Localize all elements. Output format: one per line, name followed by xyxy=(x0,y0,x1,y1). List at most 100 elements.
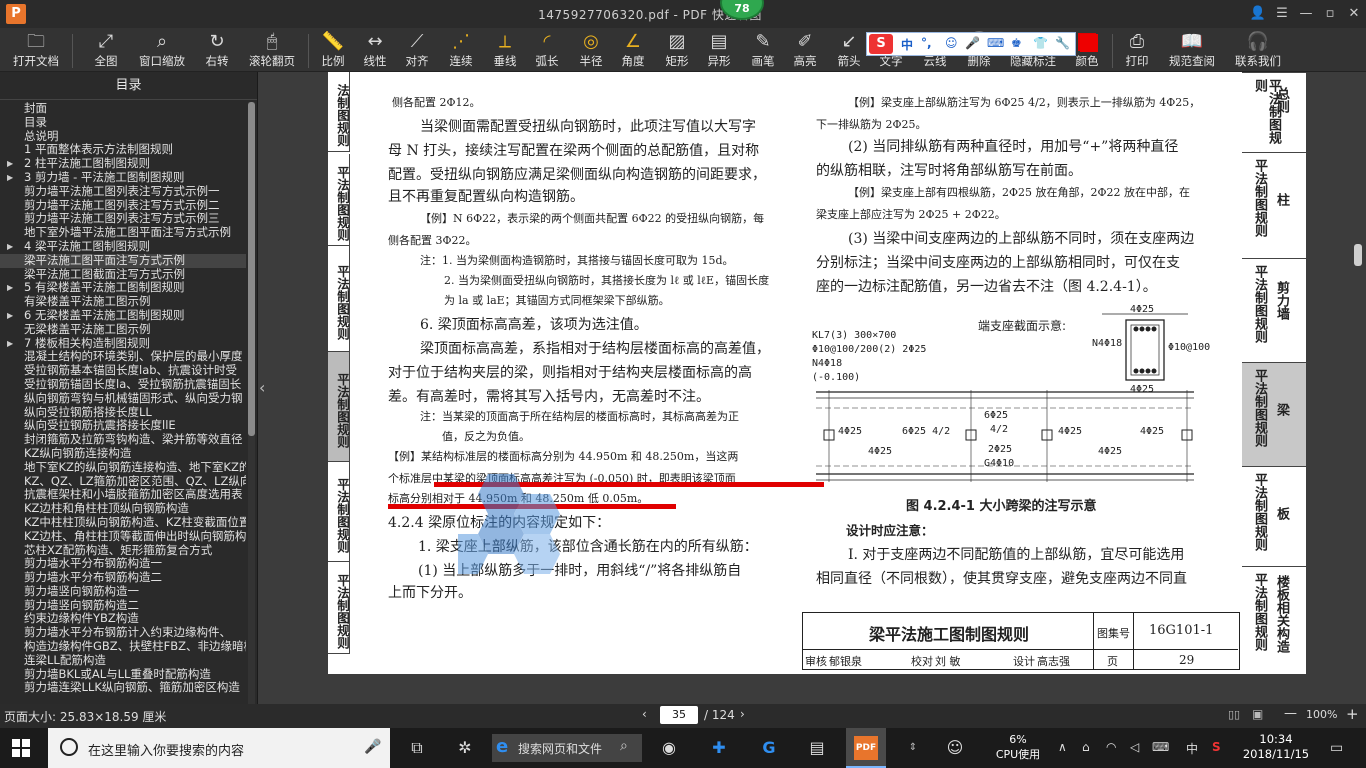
expand-arrow-icon[interactable]: ▶ xyxy=(7,171,13,185)
pdf-app-taskbar-button[interactable]: PDF xyxy=(846,728,886,768)
toc-item[interactable]: KZ中柱柱顶纵向钢筋构造、KZ柱变截面位置 xyxy=(0,516,246,530)
toc-item[interactable]: KZ边柱和角柱柱顶纵向钢筋构造 xyxy=(0,502,246,516)
network-icon[interactable]: ⌂ xyxy=(1082,740,1090,754)
windows-start-icon[interactable] xyxy=(12,739,30,757)
next-page-icon[interactable]: › xyxy=(740,707,745,721)
toc-item[interactable]: ▶ 3 剪力墙 - 平法施工图制图规则 xyxy=(0,171,246,185)
toc-item[interactable]: 剪力墙竖向钢筋构造一 xyxy=(0,585,246,599)
toc-item[interactable]: 纵向受拉钢筋搭接长度LL xyxy=(0,406,246,420)
taskbar-search[interactable]: 在这里输入你要搜索的内容 🎤 xyxy=(48,728,390,768)
toc-scrollbar-thumb[interactable] xyxy=(248,102,255,436)
tray-expand-icon[interactable]: ∧ xyxy=(1058,740,1067,754)
zoom-in-icon[interactable]: + xyxy=(1346,705,1359,723)
expand-arrow-icon[interactable]: ▶ xyxy=(7,240,13,254)
toc-item[interactable]: 剪力墙平法施工图列表注写方式示例一 xyxy=(0,185,246,199)
toc-item[interactable]: ▶ 6 无梁楼盖平法施工图制图规则 xyxy=(0,309,246,323)
arc-length-button[interactable]: ◜ 弧长 xyxy=(528,30,566,72)
expand-arrow-icon[interactable]: ▶ xyxy=(7,309,13,323)
toc-item[interactable]: 混凝土结构的环境类别、保护层的最小厚度 xyxy=(0,350,246,364)
toc-item[interactable]: 剪力墙平法施工图列表注写方式示例二 xyxy=(0,199,246,213)
irregular-shape-button[interactable]: ▤ 异形 xyxy=(700,30,738,72)
minimize-icon[interactable]: — xyxy=(1296,4,1316,24)
ime-toolbar[interactable]: S 中 °, ☺ 🎤 ⌨ ♚ 👕 🔧 xyxy=(866,32,1076,56)
print-button[interactable]: ⎙ 打印 xyxy=(1118,30,1156,72)
toc-item[interactable]: 无梁楼盖平法施工图示例 xyxy=(0,323,246,337)
toc-item[interactable]: 梁平法施工图截面注写方式示例 xyxy=(0,268,246,282)
open-document-button[interactable]: 🗀 打开文档 xyxy=(6,30,66,72)
pinwheel-app-icon[interactable]: ✲ xyxy=(452,736,478,760)
ime-lang[interactable]: 中 xyxy=(901,36,913,53)
collapse-sidebar-icon[interactable]: ‹ xyxy=(259,378,265,397)
toc-item[interactable]: KZ边柱、角柱柱顶等截面伸出时纵向钢筋构 xyxy=(0,530,246,544)
document-viewport[interactable]: 法制图规则 平法制图规则 平法制图规则 平法制图规则 平法制图规则 平法制图规则 侧各配置… xyxy=(268,72,1366,704)
toc-item[interactable]: 构造边缘构件GBZ、扶壁柱FBZ、非边缘暗柱 xyxy=(0,640,246,654)
user-icon[interactable]: 👤 xyxy=(1248,4,1268,24)
microphone-icon[interactable]: 🎤 xyxy=(364,739,381,755)
sogou-tray-icon[interactable]: S xyxy=(1212,740,1221,754)
toc-item[interactable]: 地下室外墙平法施工图平面注写方式示例 xyxy=(0,226,246,240)
app-icon[interactable]: ✚ xyxy=(706,736,732,760)
single-page-icon[interactable]: ▣ xyxy=(1252,707,1263,721)
pen-button[interactable]: ✎ 画笔 xyxy=(744,30,782,72)
toc-item[interactable]: 纵向受拉钢筋抗震搭接长度llE xyxy=(0,419,246,433)
window-zoom-button[interactable]: ⌕ 窗口缩放 xyxy=(134,30,190,72)
page-number-input[interactable]: 35 xyxy=(660,706,698,724)
toc-item[interactable]: ▶ 2 柱平法施工图制图规则 xyxy=(0,157,246,171)
punctuation-icon[interactable]: °, xyxy=(921,36,932,50)
toc-item[interactable]: 梁平法施工图平面注写方式示例 xyxy=(0,253,246,268)
toc-item[interactable]: 抗震框架柱和小墙肢箍筋加密区高度选用表 xyxy=(0,488,246,502)
clock[interactable]: 10:34 2018/11/15 xyxy=(1236,732,1316,762)
code-lookup-button[interactable]: 📖 规范查阅 xyxy=(1164,30,1220,72)
taskbar-scroll-icon[interactable]: ⇕ xyxy=(900,736,926,760)
toc-item[interactable]: 剪力墙平法施工图列表注写方式示例三 xyxy=(0,212,246,226)
task-view-icon[interactable]: ⧉ xyxy=(404,736,430,760)
ime-lang-indicator[interactable]: 中 xyxy=(1186,740,1198,757)
maximize-icon[interactable]: ▫ xyxy=(1320,4,1340,24)
sogou-logo-icon[interactable]: S xyxy=(869,34,893,54)
toc-item[interactable]: 剪力墙水平分布钢筋构造二 xyxy=(0,571,246,585)
toc-scrollbar[interactable] xyxy=(248,102,255,730)
prev-page-icon[interactable]: ‹ xyxy=(642,707,647,721)
view-mode-icon[interactable]: ▯▯ xyxy=(1228,708,1240,721)
toc-item[interactable]: 1 平面整体表示方法制图规则 xyxy=(0,143,246,157)
chrome-icon[interactable]: ◉ xyxy=(656,736,682,760)
people-icon[interactable]: ☺ xyxy=(942,736,968,760)
toc-item[interactable]: 约束边缘构件YBZ构造 xyxy=(0,612,246,626)
close-icon[interactable]: ✕ xyxy=(1344,4,1364,24)
expand-arrow-icon[interactable]: ▶ xyxy=(7,281,13,295)
web-search-box[interactable]: e 搜索网页和文件 ⌕ xyxy=(492,734,642,762)
toc-item[interactable]: 有梁楼盖平法施工图示例 xyxy=(0,295,246,309)
toc-item[interactable]: 目录 xyxy=(0,116,246,130)
keyboard-icon[interactable]: ⌨ xyxy=(987,36,1004,50)
color-swatch[interactable] xyxy=(1080,34,1098,52)
radius-button[interactable]: ◎ 半径 xyxy=(572,30,610,72)
volume-icon[interactable]: ◁ xyxy=(1130,740,1139,754)
continuous-button[interactable]: ⋰ 连续 xyxy=(442,30,480,72)
document-scrollbar-thumb[interactable] xyxy=(1354,244,1362,266)
rectangle-button[interactable]: ▨ 矩形 xyxy=(658,30,696,72)
notification-center-icon[interactable]: ▭ xyxy=(1330,740,1343,756)
toc-item[interactable]: 总说明 xyxy=(0,130,246,144)
toc-item[interactable]: ▶ 5 有梁楼盖平法施工图制图规则 xyxy=(0,281,246,295)
rotate-right-button[interactable]: ↻ 右转 xyxy=(196,30,238,72)
fit-page-button[interactable]: ⤢ 全图 xyxy=(84,30,128,72)
expand-arrow-icon[interactable]: ▶ xyxy=(7,337,13,351)
menu-icon[interactable]: ☰ xyxy=(1272,4,1292,24)
g-app-icon[interactable]: G xyxy=(756,736,782,760)
toc-item[interactable]: 受拉钢筋锚固长度la、受拉钢筋抗震锚固长 xyxy=(0,378,246,392)
toc-item[interactable]: 剪力墙水平分布钢筋计入约束边缘构件、 xyxy=(0,626,246,640)
skin-icon[interactable]: ♚ xyxy=(1011,36,1022,50)
cpu-monitor[interactable]: 6% CPU使用 xyxy=(990,732,1046,762)
perpendicular-button[interactable]: ⟂ 垂线 xyxy=(486,30,524,72)
expand-arrow-icon[interactable]: ▶ xyxy=(7,157,13,171)
highlight-button[interactable]: ✐ 高亮 xyxy=(786,30,824,72)
keyboard-icon[interactable]: ⌨ xyxy=(1152,740,1169,754)
toc-item[interactable]: ▶ 7 楼板相关构造制图规则 xyxy=(0,337,246,351)
toc-item[interactable]: ▶ 4 梁平法施工图制图规则 xyxy=(0,240,246,254)
toc-item[interactable]: 剪力墙竖向钢筋构造二 xyxy=(0,599,246,613)
toc-item[interactable]: 剪力墙BKL或AL与LL重叠时配筋构造 xyxy=(0,668,246,682)
align-button[interactable]: ⟋ 对齐 xyxy=(398,30,436,72)
contact-us-button[interactable]: 🎧 联系我们 xyxy=(1230,30,1286,72)
shirt-icon[interactable]: 👕 xyxy=(1033,36,1048,50)
linear-button[interactable]: ↔ 线性 xyxy=(356,30,394,72)
